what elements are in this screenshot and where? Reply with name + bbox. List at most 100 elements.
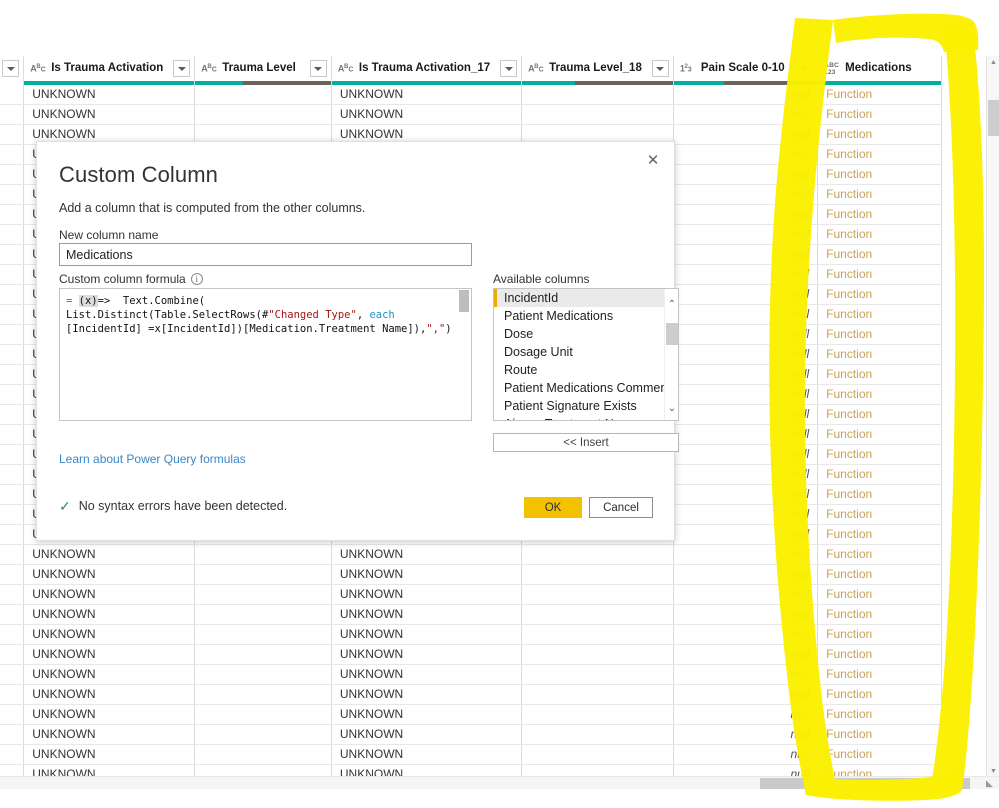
table-row[interactable]: UNKNOWN UNKNOWN nullFunction — [0, 664, 942, 685]
available-column-item[interactable]: Dosage Unit — [494, 343, 664, 361]
table-cell[interactable] — [521, 684, 674, 705]
table-cell[interactable]: Function — [817, 444, 942, 465]
table-cell[interactable]: Function — [817, 564, 942, 585]
table-cell[interactable]: Function — [817, 524, 942, 545]
column-header-trauma-level-18[interactable]: ABC Trauma Level_18 — [521, 56, 674, 81]
table-cell[interactable] — [194, 584, 332, 605]
table-cell[interactable] — [0, 744, 25, 765]
column-header-pain-scale[interactable]: 123 Pain Scale 0-10 — [673, 56, 819, 81]
table-cell[interactable] — [194, 624, 332, 645]
table-cell[interactable]: Function — [817, 644, 942, 665]
formula-scrollbar[interactable] — [458, 289, 471, 420]
table-cell[interactable] — [521, 744, 674, 765]
table-cell[interactable]: Function — [817, 144, 942, 165]
table-cell[interactable] — [521, 644, 674, 665]
available-column-item[interactable]: Patient Medications — [494, 307, 664, 325]
table-cell[interactable]: Function — [817, 124, 942, 145]
table-cell[interactable] — [194, 644, 332, 665]
table-cell[interactable] — [521, 624, 674, 645]
table-cell[interactable] — [521, 724, 674, 745]
table-cell[interactable] — [0, 344, 25, 365]
table-cell[interactable]: null — [673, 504, 819, 525]
table-cell[interactable]: Function — [817, 544, 942, 565]
table-cell[interactable]: UNKNOWN — [331, 664, 523, 685]
table-cell[interactable]: Function — [817, 304, 942, 325]
table-cell[interactable] — [0, 204, 25, 225]
table-cell[interactable] — [0, 244, 25, 265]
table-row[interactable]: UNKNOWN UNKNOWN nullFunction — [0, 544, 942, 565]
filter-dropdown-icon[interactable] — [651, 60, 669, 77]
table-cell[interactable]: Function — [817, 164, 942, 185]
table-cell[interactable]: UNKNOWN — [331, 704, 523, 725]
table-cell[interactable]: null — [673, 244, 819, 265]
table-cell[interactable]: null — [673, 464, 819, 485]
table-cell[interactable] — [0, 324, 25, 345]
table-row[interactable]: UNKNOWN UNKNOWN nullFunction — [0, 564, 942, 585]
ok-button[interactable]: OK — [524, 497, 582, 518]
table-cell[interactable] — [0, 144, 25, 165]
table-cell[interactable]: null — [673, 164, 819, 185]
table-cell[interactable]: null — [673, 584, 819, 605]
table-cell[interactable]: null — [673, 364, 819, 385]
filter-dropdown-icon[interactable] — [796, 60, 814, 77]
table-cell[interactable] — [0, 604, 25, 625]
table-cell[interactable]: UNKNOWN — [23, 604, 196, 625]
table-cell[interactable]: Function — [817, 504, 942, 525]
column-header-trauma-level[interactable]: ABC Trauma Level — [194, 56, 332, 81]
filter-dropdown-icon[interactable] — [309, 60, 327, 77]
table-cell[interactable]: null — [673, 324, 819, 345]
table-cell[interactable]: Function — [817, 724, 942, 745]
table-cell[interactable] — [0, 424, 25, 445]
table-cell[interactable]: null — [673, 664, 819, 685]
table-cell[interactable] — [0, 284, 25, 305]
table-cell[interactable]: null — [673, 724, 819, 745]
table-cell[interactable]: null — [673, 684, 819, 705]
table-cell[interactable]: null — [673, 104, 819, 125]
available-columns-list[interactable]: IncidentId Patient Medications Dose Dosage … — [493, 288, 679, 421]
table-row[interactable]: UNKNOWN UNKNOWN nullFunction — [0, 624, 942, 645]
table-cell[interactable] — [0, 85, 25, 105]
table-cell[interactable] — [0, 724, 25, 745]
table-cell[interactable]: UNKNOWN — [23, 704, 196, 725]
table-cell[interactable]: null — [673, 544, 819, 565]
table-cell[interactable] — [0, 164, 25, 185]
table-cell[interactable]: null — [673, 124, 819, 145]
table-cell[interactable] — [194, 104, 332, 125]
table-cell[interactable]: UNKNOWN — [331, 544, 523, 565]
table-cell[interactable]: null — [673, 284, 819, 305]
table-cell[interactable] — [194, 564, 332, 585]
table-cell[interactable] — [521, 604, 674, 625]
table-cell[interactable]: Function — [817, 324, 942, 345]
close-icon[interactable]: ✕ — [638, 147, 668, 173]
table-cell[interactable] — [521, 704, 674, 725]
table-cell[interactable] — [0, 464, 25, 485]
horizontal-scrollbar-thumb[interactable] — [760, 778, 970, 789]
table-cell[interactable]: Function — [817, 424, 942, 445]
table-cell[interactable]: UNKNOWN — [23, 644, 196, 665]
table-cell[interactable]: UNKNOWN — [331, 104, 523, 125]
table-row[interactable]: UNKNOWN UNKNOWN nullFunction — [0, 684, 942, 705]
table-cell[interactable]: Function — [817, 204, 942, 225]
table-cell[interactable] — [521, 104, 674, 125]
chevron-down-icon[interactable]: ⌄ — [665, 401, 678, 417]
table-cell[interactable]: null — [673, 704, 819, 725]
table-row[interactable]: UNKNOWN UNKNOWN nullFunction — [0, 744, 942, 765]
table-cell[interactable]: Function — [817, 624, 942, 645]
table-cell[interactable] — [521, 564, 674, 585]
table-cell[interactable]: null — [673, 85, 819, 105]
table-cell[interactable]: Function — [817, 684, 942, 705]
new-column-name-input[interactable] — [59, 243, 472, 266]
table-row[interactable]: UNKNOWN UNKNOWN nullFunction — [0, 604, 942, 625]
table-cell[interactable] — [0, 524, 25, 545]
table-cell[interactable]: UNKNOWN — [331, 564, 523, 585]
table-cell[interactable] — [0, 644, 25, 665]
available-column-item[interactable]: IncidentId — [494, 289, 664, 307]
table-cell[interactable] — [0, 304, 25, 325]
table-cell[interactable]: UNKNOWN — [331, 644, 523, 665]
table-cell[interactable]: Function — [817, 484, 942, 505]
horizontal-scrollbar[interactable]: ◣ — [0, 776, 999, 789]
table-cell[interactable] — [0, 544, 25, 565]
table-cell[interactable] — [0, 704, 25, 725]
table-cell[interactable] — [521, 544, 674, 565]
table-cell[interactable] — [0, 264, 25, 285]
